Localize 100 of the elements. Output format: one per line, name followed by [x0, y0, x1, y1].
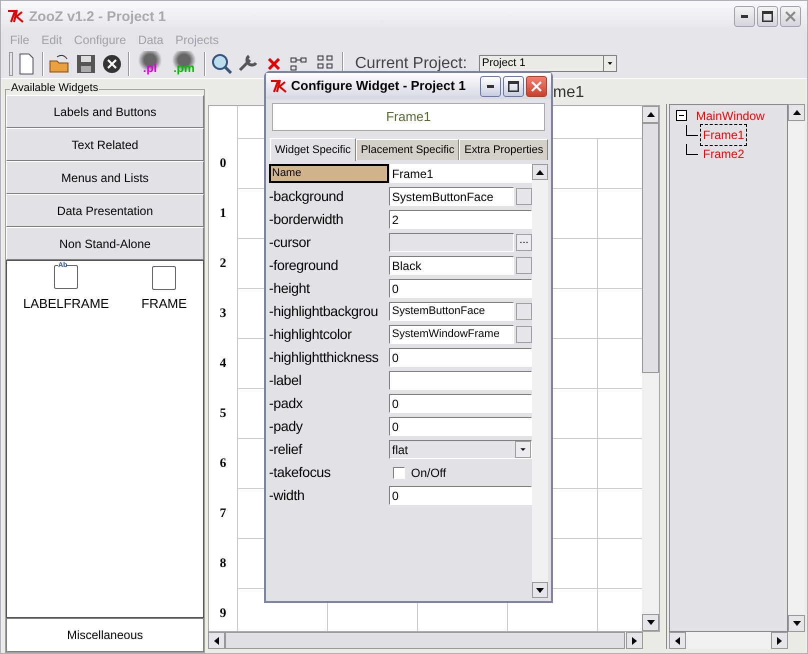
- arrow-up-icon: [646, 112, 654, 117]
- scroll-right-button[interactable]: [626, 632, 643, 649]
- tk-logo-icon: [7, 9, 25, 23]
- widget-palette-item[interactable]: FRAME: [141, 262, 187, 314]
- tk-logo-icon: [270, 79, 288, 93]
- arrow-down-icon: [646, 620, 654, 625]
- arrow-right-icon: [777, 636, 782, 644]
- vertical-scrollbar[interactable]: [532, 164, 548, 598]
- minimize-icon: [741, 14, 748, 18]
- current-project-label: Current Project:: [355, 54, 468, 74]
- dialog-title: Configure Widget - Project 1: [291, 77, 466, 96]
- row-number: 7: [220, 504, 226, 522]
- value-field[interactable]: SystemWindowFrame: [389, 325, 514, 344]
- category-button[interactable]: Non Stand-Alone: [6, 227, 204, 260]
- row-number: 3: [220, 304, 226, 322]
- arrow-down-icon: [536, 588, 544, 592]
- maximize-button[interactable]: [503, 76, 524, 96]
- tab[interactable]: Widget Specific: [270, 138, 356, 161]
- property-label: -foreground: [269, 256, 340, 275]
- close-icon: [531, 80, 542, 92]
- arrow-left-icon: [214, 636, 219, 644]
- widget-name-display: Frame1: [272, 103, 545, 131]
- row-number: 1: [220, 204, 226, 222]
- close-button[interactable]: [526, 76, 547, 96]
- color-picker-button[interactable]: [516, 303, 532, 320]
- value-field[interactable]: Black: [389, 256, 514, 275]
- scroll-left-button[interactable]: [208, 632, 225, 649]
- scroll-thumb[interactable]: [642, 123, 659, 373]
- minimize-button[interactable]: [480, 76, 501, 96]
- relief-dropdown[interactable]: flat: [389, 440, 532, 459]
- property-label: -background: [269, 187, 345, 206]
- scroll-right-button[interactable]: [771, 632, 788, 649]
- maximize-icon: [762, 10, 773, 22]
- row-number: 8: [220, 554, 226, 572]
- category-button[interactable]: Labels and Buttons: [6, 95, 204, 128]
- value-field[interactable]: 0: [389, 394, 532, 413]
- name-field[interactable]: Frame1: [390, 164, 532, 183]
- close-icon: [785, 10, 796, 22]
- takefocus-checkbox[interactable]: On/Off: [389, 464, 532, 482]
- category-button[interactable]: Data Presentation: [6, 194, 204, 227]
- tree-branch-icon: [686, 125, 698, 136]
- arrow-right-icon: [632, 636, 637, 644]
- canvas-title: me1: [553, 83, 584, 103]
- property-label: -borderwidth: [269, 210, 344, 229]
- arrow-down-icon: [792, 621, 800, 626]
- browse-button[interactable]: ...: [516, 234, 532, 251]
- category-button[interactable]: Menus and Lists: [6, 161, 204, 194]
- row-number: 9: [220, 604, 226, 622]
- category-button[interactable]: Miscellaneous: [6, 618, 204, 652]
- value-field[interactable]: 0: [389, 348, 532, 367]
- color-picker-button[interactable]: [516, 188, 532, 205]
- value-field[interactable]: SystemButtonFace: [389, 187, 514, 206]
- group-title: Available Widgets: [10, 81, 100, 95]
- value-field[interactable]: [389, 371, 532, 390]
- row-number: 5: [220, 404, 226, 422]
- property-label: -width: [269, 486, 306, 505]
- property-label: -relief: [269, 440, 304, 459]
- frame-icon: [152, 266, 176, 290]
- property-label: -cursor: [269, 233, 312, 252]
- property-label: -highlightbackgrou: [269, 302, 380, 321]
- arrow-up-icon: [792, 110, 800, 115]
- minimize-icon: [487, 84, 494, 88]
- tab[interactable]: Placement Specific: [356, 139, 460, 160]
- minimize-button[interactable]: [734, 6, 755, 26]
- tree-branch-icon: [686, 144, 698, 155]
- category-button[interactable]: Text Related: [6, 128, 204, 161]
- project-dropdown[interactable]: Project 1: [479, 55, 618, 72]
- color-picker-button[interactable]: [516, 257, 532, 274]
- scroll-down-button[interactable]: [532, 582, 548, 598]
- value-field[interactable]: 0: [389, 417, 532, 436]
- arrow-left-icon: [675, 636, 680, 644]
- scroll-up-button[interactable]: [642, 106, 659, 123]
- scroll-down-button[interactable]: [642, 614, 659, 631]
- tab[interactable]: Extra Properties: [459, 139, 548, 160]
- maximize-button[interactable]: [757, 6, 778, 26]
- scroll-up-button[interactable]: [532, 164, 548, 180]
- row-number: 0: [220, 154, 226, 172]
- collapse-icon[interactable]: [676, 110, 687, 121]
- vertical-scrollbar[interactable]: [642, 106, 659, 631]
- value-field[interactable]: 0: [389, 486, 532, 505]
- scroll-left-button[interactable]: [669, 632, 686, 649]
- maximize-icon: [508, 80, 519, 92]
- color-picker-button[interactable]: [516, 326, 532, 343]
- property-label: -takefocus: [269, 463, 332, 482]
- row-number: 2: [220, 254, 226, 272]
- horizontal-scrollbar[interactable]: [669, 632, 788, 649]
- value-field[interactable]: 2: [389, 210, 532, 229]
- vertical-scrollbar[interactable]: [788, 104, 805, 632]
- property-label: -label: [269, 371, 302, 390]
- property-label: -highlightthickness: [269, 348, 380, 367]
- property-label: -height: [269, 279, 311, 298]
- scroll-down-button[interactable]: [788, 615, 805, 632]
- row-number: 4: [220, 354, 226, 372]
- name-header: Name: [269, 164, 389, 183]
- arrow-up-icon: [536, 170, 544, 174]
- value-field[interactable]: SystemButtonFace: [389, 302, 514, 321]
- value-field[interactable]: 0: [389, 279, 532, 298]
- property-label: -highlightcolor: [269, 325, 353, 344]
- row-number: 6: [220, 454, 226, 472]
- scroll-up-button[interactable]: [788, 104, 805, 121]
